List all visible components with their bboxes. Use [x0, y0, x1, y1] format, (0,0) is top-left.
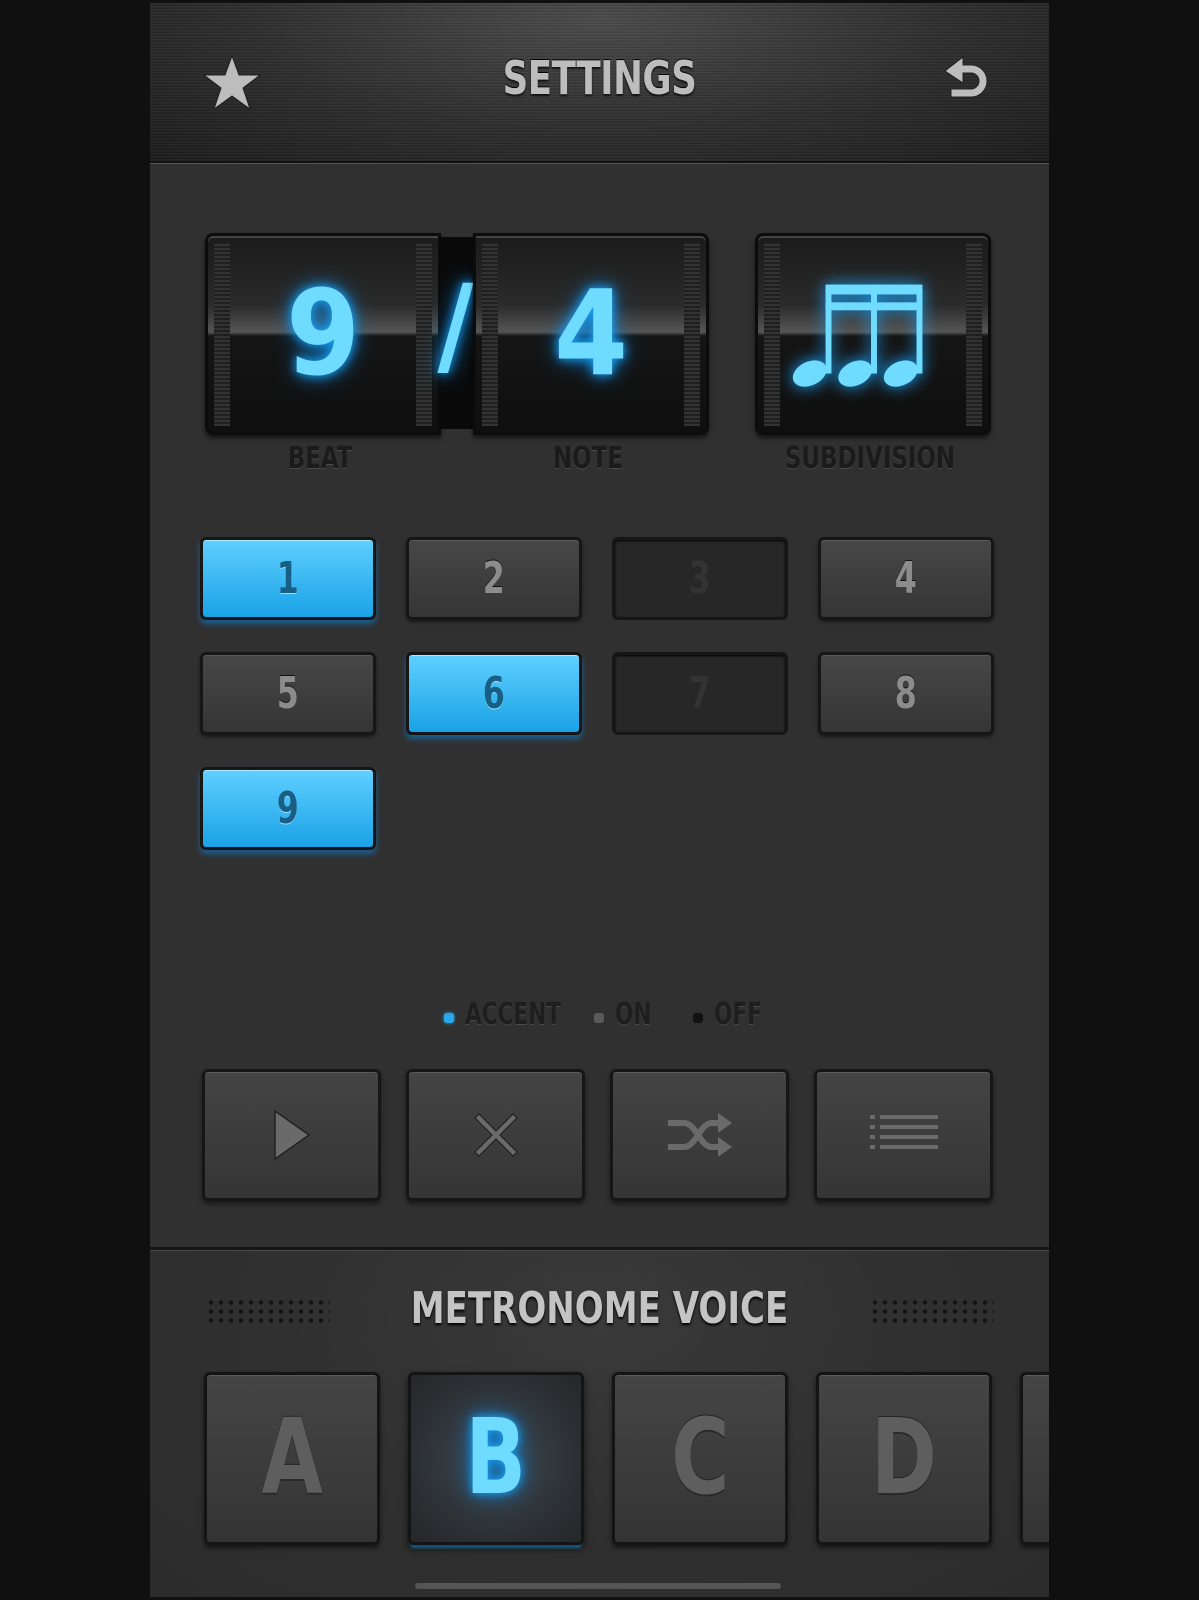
clear-button[interactable] [406, 1069, 585, 1201]
on-dot [594, 1013, 604, 1023]
legend-on: ON [615, 997, 652, 1032]
beat-button-2[interactable]: 2 [406, 537, 582, 620]
sixteenth-notes-icon [792, 284, 923, 387]
voice-button-d[interactable]: D [816, 1372, 992, 1545]
header-bar: SETTINGS [150, 3, 1049, 163]
subdivision-display[interactable] [755, 233, 991, 435]
play-button[interactable] [202, 1069, 381, 1201]
beat-display[interactable]: 9 [205, 233, 441, 435]
page-title: SETTINGS [502, 51, 697, 105]
voice-button-c[interactable]: C [612, 1372, 788, 1545]
voice-button-next-partial[interactable] [1020, 1372, 1049, 1545]
beat-button-1[interactable]: 1 [200, 537, 376, 620]
accent-dot [444, 1013, 454, 1023]
beat-button-8[interactable]: 8 [818, 652, 994, 735]
beat-button-5[interactable]: 5 [200, 652, 376, 735]
beat-button-4[interactable]: 4 [818, 537, 994, 620]
voice-button-b[interactable]: B [408, 1372, 584, 1545]
shuffle-button[interactable] [610, 1069, 789, 1201]
legend-accent: ACCENT [465, 997, 561, 1032]
off-dot [693, 1013, 703, 1023]
shuffle-icon [667, 1113, 732, 1157]
list-button[interactable] [814, 1069, 993, 1201]
beat-button-3[interactable]: 3 [612, 537, 788, 620]
beat-button-9[interactable]: 9 [200, 767, 376, 850]
beat-value: 9 [286, 264, 360, 402]
close-icon [473, 1113, 518, 1157]
legend-off: OFF [714, 997, 762, 1032]
voice-section-title: METRONOME VOICE [410, 1283, 789, 1334]
undo-arrow-icon[interactable] [935, 53, 995, 113]
beat-label: BEAT [287, 441, 353, 476]
scroll-indicator[interactable] [415, 1583, 781, 1589]
list-icon [869, 1115, 938, 1149]
note-value: 4 [554, 264, 628, 402]
voice-button-a[interactable]: A [204, 1372, 380, 1545]
note-display[interactable]: 4 [473, 233, 709, 435]
beat-button-6[interactable]: 6 [406, 652, 582, 735]
play-icon [273, 1109, 310, 1161]
settings-screen: SETTINGS 9 / 4 BEAT NOTE SUBDIVISION 1 2… [150, 3, 1049, 1597]
beat-button-7[interactable]: 7 [612, 652, 788, 735]
note-label: NOTE [552, 441, 624, 476]
subdivision-label: SUBDIVISION [784, 441, 956, 476]
